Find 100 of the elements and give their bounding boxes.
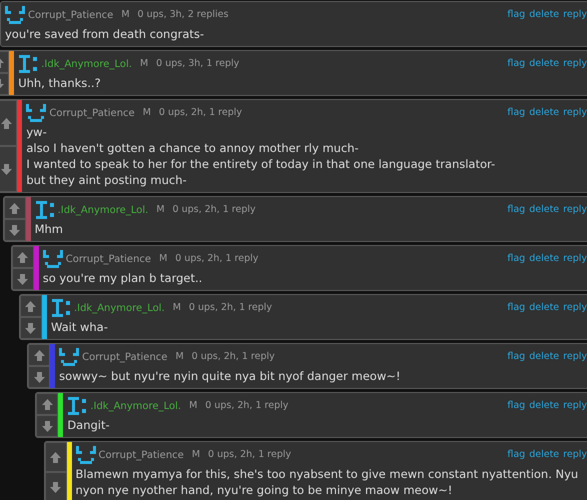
user-mark: M <box>142 106 151 120</box>
comment-meta: 0 ups, 3h, 1 reply <box>156 56 240 71</box>
downvote-button[interactable] <box>36 415 58 437</box>
action-link[interactable]: flag <box>507 56 526 72</box>
action-link[interactable]: flag <box>507 448 526 462</box>
comment-meta: 0 ups, 2h, 1 reply <box>158 106 242 120</box>
upvote-button[interactable] <box>44 442 66 472</box>
smiley-face-icon <box>26 104 46 122</box>
comment-meta: 0 ups, 3h, 2 replies <box>138 8 228 22</box>
letter-i-icon <box>34 201 55 219</box>
comment-meta: 0 ups, 2h, 1 reply <box>192 350 275 364</box>
user-mark: M <box>175 350 184 364</box>
username-link[interactable]: Corrupt_Patience <box>82 350 168 364</box>
username-link[interactable]: .Idk_Anymore_Lol. <box>58 202 148 218</box>
action-link[interactable]: reply <box>563 56 587 72</box>
user-mark: M <box>172 300 181 315</box>
letter-i-icon <box>50 299 71 317</box>
up-arrow-icon <box>24 300 38 312</box>
action-link[interactable]: delete <box>529 202 560 218</box>
user-mark: M <box>156 202 165 217</box>
up-arrow-icon <box>8 202 22 214</box>
comment-meta: 0 ups, 2h, 1 reply <box>188 300 272 315</box>
comment-meta: 0 ups, 2h, 1 reply <box>205 398 288 413</box>
username-link[interactable]: Corrupt_Patience <box>66 252 152 266</box>
action-link[interactable]: reply <box>563 448 587 462</box>
comment-text: yw- also I haven't gotten a chance to annoy mother rly much- I wanted to speak to her for the entirety of today in that one language translator- but they aint posting much- <box>26 124 496 188</box>
downvote-button[interactable] <box>28 366 50 388</box>
up-arrow-icon <box>16 250 30 264</box>
up-arrow-icon <box>32 348 46 362</box>
action-link[interactable]: delete <box>529 252 560 266</box>
action-link[interactable]: reply <box>563 8 587 22</box>
downvote-button[interactable] <box>4 219 26 241</box>
action-link[interactable]: delete <box>529 8 560 22</box>
action-link[interactable]: flag <box>507 8 526 22</box>
smiley-face-icon <box>5 6 25 24</box>
upvote-button[interactable] <box>36 393 58 415</box>
user-mark: M <box>121 8 130 22</box>
upvote-button[interactable] <box>28 344 50 366</box>
downvote-button[interactable] <box>12 268 34 290</box>
letter-i-icon <box>67 397 88 415</box>
up-arrow-icon <box>40 398 54 410</box>
user-mark: M <box>189 398 198 413</box>
action-link[interactable]: reply <box>563 398 587 414</box>
action-link[interactable]: reply <box>563 202 587 218</box>
user-mark: M <box>192 448 200 462</box>
comment-text: Blamewn myamya for this, she's too nyabsent to give mewn constant nyattention. Nyu nyon nye nyother hand, nyu're going to be minye maow meow~! <box>76 466 580 498</box>
action-link[interactable]: delete <box>529 448 560 462</box>
downvote-button[interactable] <box>20 317 42 339</box>
comment-text: Uhh, thanks..? <box>18 75 102 91</box>
action-link[interactable]: flag <box>507 398 526 414</box>
comment-text: you're saved from death congrats- <box>5 26 206 42</box>
action-link[interactable]: reply <box>563 252 587 266</box>
username-link[interactable]: .Idk_Anymore_Lol. <box>74 300 165 316</box>
down-arrow-icon <box>0 162 13 176</box>
action-link[interactable]: delete <box>529 106 560 120</box>
username-link[interactable]: .Idk_Anymore_Lol. <box>41 56 132 72</box>
comment-text: Wait wha- <box>50 319 109 335</box>
up-arrow-icon <box>0 116 13 130</box>
down-arrow-icon <box>32 370 46 384</box>
action-link[interactable]: delete <box>529 56 560 72</box>
comment-text: sowwy~ but nyu're nyin quite nya bit nyof danger meow~! <box>59 368 402 384</box>
up-arrow-icon <box>49 450 62 464</box>
upvote-button[interactable] <box>0 100 18 146</box>
letter-i-icon <box>18 55 38 73</box>
action-link[interactable]: flag <box>507 106 526 120</box>
user-mark: M <box>140 56 148 71</box>
downvote-button[interactable] <box>0 146 18 192</box>
smiley-face-icon <box>42 250 63 268</box>
action-link[interactable]: reply <box>563 350 587 364</box>
down-arrow-icon <box>24 322 38 334</box>
username-link[interactable]: Corrupt_Patience <box>49 106 135 120</box>
action-link[interactable]: flag <box>507 252 526 266</box>
action-link[interactable]: reply <box>563 106 587 120</box>
username-link[interactable]: Corrupt_Patience <box>28 8 114 22</box>
smiley-face-icon <box>76 446 96 464</box>
comment-text: Mhm <box>34 221 64 237</box>
username-link[interactable]: .Idk_Anymore_Lol. <box>90 398 182 414</box>
username-link[interactable]: Corrupt_Patience <box>98 448 184 462</box>
comment-text: so you're my plan b target.. <box>42 270 204 286</box>
down-arrow-icon <box>8 224 22 236</box>
action-link[interactable]: delete <box>529 300 560 316</box>
smiley-face-icon <box>59 348 80 366</box>
down-arrow-icon <box>16 272 30 286</box>
user-mark: M <box>159 252 168 266</box>
action-link[interactable]: delete <box>529 350 560 364</box>
downvote-button[interactable] <box>44 472 66 500</box>
action-link[interactable]: flag <box>507 350 526 364</box>
action-link[interactable]: reply <box>563 300 587 316</box>
comment-meta: 0 ups, 2h, 1 reply <box>208 448 292 462</box>
action-link[interactable]: flag <box>507 300 526 316</box>
down-arrow-icon <box>40 420 54 432</box>
down-arrow-icon <box>49 480 62 494</box>
comment-meta: 0 ups, 2h, 1 reply <box>172 202 256 217</box>
upvote-button[interactable] <box>20 295 42 317</box>
upvote-button[interactable] <box>12 246 34 268</box>
upvote-button[interactable] <box>4 197 26 219</box>
comment-text: Dangit- <box>67 417 111 433</box>
comment-meta: 0 ups, 2h, 1 reply <box>175 252 258 266</box>
action-link[interactable]: delete <box>529 398 560 414</box>
action-link[interactable]: flag <box>507 202 526 218</box>
